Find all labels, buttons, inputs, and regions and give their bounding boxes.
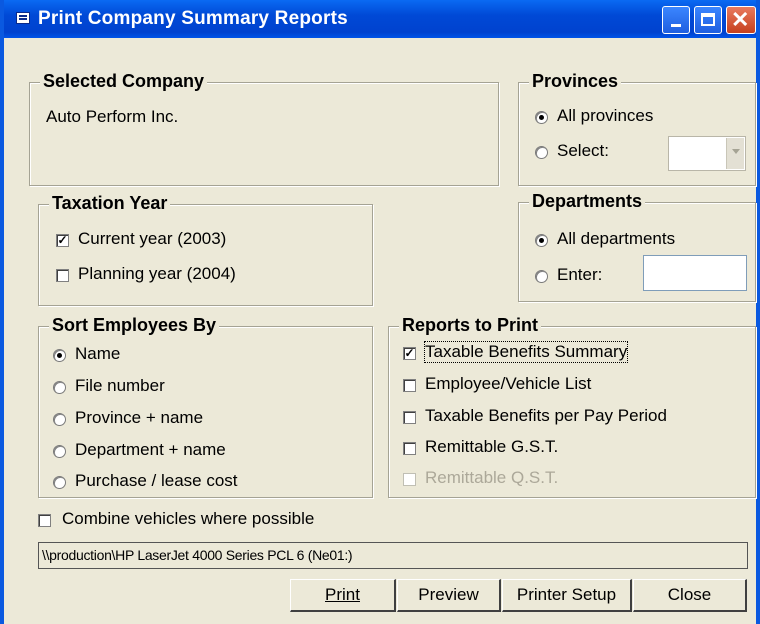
printer-setup-button-label: Printer Setup (516, 585, 617, 604)
sort-file-number-label[interactable]: File number (75, 376, 165, 396)
close-button[interactable]: Close (633, 579, 747, 612)
maximize-icon (701, 13, 715, 26)
taxable-benefits-summary-checkbox[interactable]: ✓ (403, 347, 416, 360)
print-button[interactable]: Print (290, 579, 396, 612)
sort-department-radio[interactable] (53, 445, 66, 458)
preview-button[interactable]: Preview (397, 579, 501, 612)
minimize-icon (671, 24, 681, 27)
sort-employees-legend: Sort Employees By (49, 315, 220, 336)
sort-name-radio[interactable] (53, 349, 66, 362)
current-year-checkbox[interactable]: ✓ (56, 234, 69, 247)
provinces-group: Provinces All provinces Select: (518, 71, 756, 186)
select-province-radio[interactable] (535, 146, 548, 159)
employee-vehicle-list-checkbox[interactable] (403, 379, 416, 392)
planning-year-label[interactable]: Planning year (2004) (78, 264, 236, 284)
combine-vehicles-checkbox[interactable] (38, 514, 51, 527)
sort-name-label[interactable]: Name (75, 344, 120, 364)
title-bar[interactable]: Print Company Summary Reports ✕ (4, 0, 756, 38)
selected-company-legend: Selected Company (40, 71, 208, 92)
sort-purchase-cost-radio[interactable] (53, 476, 66, 489)
enter-department-label[interactable]: Enter: (557, 265, 602, 285)
benefits-per-pay-period-label[interactable]: Taxable Benefits per Pay Period (425, 406, 667, 426)
reports-legend: Reports to Print (399, 315, 542, 336)
minimize-button[interactable] (662, 6, 690, 34)
current-year-label[interactable]: Current year (2003) (78, 229, 226, 249)
sort-province-label[interactable]: Province + name (75, 408, 203, 428)
selected-company-group: Selected Company Auto Perform Inc. (29, 71, 499, 186)
all-departments-radio[interactable] (535, 234, 548, 247)
taxable-benefits-summary-label[interactable]: Taxable Benefits Summary (423, 341, 629, 363)
planning-year-checkbox[interactable] (56, 269, 69, 282)
preview-button-label: Preview (418, 585, 479, 604)
reports-group: Reports to Print ✓ Taxable Benefits Summ… (388, 315, 756, 498)
remittable-gst-checkbox[interactable] (403, 442, 416, 455)
sort-department-label[interactable]: Department + name (75, 440, 226, 460)
department-input[interactable] (643, 255, 747, 291)
taxation-year-group: Taxation Year ✓ Current year (2003) Plan… (38, 193, 373, 306)
remittable-gst-label[interactable]: Remittable G.S.T. (425, 437, 558, 457)
sort-province-radio[interactable] (53, 413, 66, 426)
provinces-legend: Provinces (529, 71, 622, 92)
printer-setup-button[interactable]: Printer Setup (502, 579, 632, 612)
close-icon: ✕ (731, 7, 750, 32)
taxation-year-legend: Taxation Year (49, 193, 171, 214)
dropdown-arrow-icon[interactable] (726, 138, 744, 169)
departments-legend: Departments (529, 191, 646, 212)
departments-group: Departments All departments Enter: (518, 191, 756, 302)
printer-name-field: \\production\HP LaserJet 4000 Series PCL… (38, 542, 748, 569)
enter-department-radio[interactable] (535, 270, 548, 283)
close-window-button[interactable]: ✕ (726, 6, 756, 34)
window-title: Print Company Summary Reports (38, 8, 348, 29)
print-dialog-window: Print Company Summary Reports ✕ Selected… (0, 0, 760, 624)
all-provinces-radio[interactable] (535, 111, 548, 124)
select-province-label[interactable]: Select: (557, 141, 609, 161)
employee-vehicle-list-label[interactable]: Employee/Vehicle List (425, 374, 591, 394)
maximize-button[interactable] (694, 6, 722, 34)
sort-file-number-radio[interactable] (53, 381, 66, 394)
sort-employees-group: Sort Employees By Name File number Provi… (38, 315, 373, 498)
all-provinces-label[interactable]: All provinces (557, 106, 653, 126)
app-icon[interactable] (16, 12, 30, 24)
province-dropdown[interactable] (668, 136, 746, 171)
benefits-per-pay-period-checkbox[interactable] (403, 411, 416, 424)
sort-purchase-cost-label[interactable]: Purchase / lease cost (75, 471, 238, 491)
remittable-qst-label: Remittable Q.S.T. (425, 468, 559, 487)
company-name: Auto Perform Inc. (46, 107, 179, 126)
all-departments-label[interactable]: All departments (557, 229, 675, 249)
remittable-qst-checkbox (403, 473, 416, 486)
close-button-label: Close (667, 585, 712, 604)
combine-vehicles-label[interactable]: Combine vehicles where possible (62, 509, 314, 529)
print-button-label: Print (325, 585, 360, 604)
